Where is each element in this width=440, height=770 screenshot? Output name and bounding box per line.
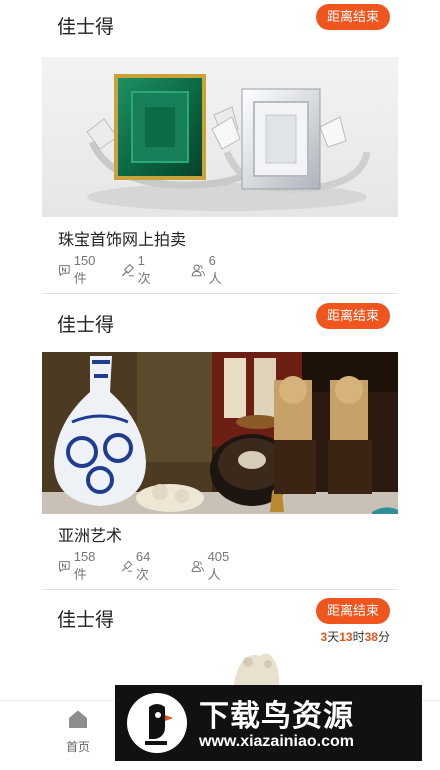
watermark-url: www.xiazainiao.com (199, 733, 355, 750)
lot-count-value: 150件 (73, 253, 96, 286)
participant-count-value: 6人 (208, 253, 222, 286)
home-icon (69, 710, 87, 728)
time-remaining-badge: 距离结束 (315, 598, 390, 624)
watermark-banner: 下载鸟资源 www.xiazainiao.com (115, 685, 422, 761)
watermark-title: 下载鸟资源 (199, 700, 354, 733)
auction-title: 亚洲艺术 (58, 528, 123, 545)
lot-count-value: 158件 (73, 549, 96, 582)
countdown-days-unit: 天 (327, 630, 340, 644)
countdown-minutes: 38 (364, 630, 378, 644)
auction-house-name: 佳士得 (57, 17, 115, 38)
participant-count-value: 405人 (207, 549, 230, 582)
lot-count: 158件 (58, 549, 100, 582)
card-header: 佳士得 距离结束 (0, 0, 440, 50)
participant-count: 405人 (191, 549, 234, 582)
people-icon (191, 264, 205, 276)
jewelry-rings-image (42, 57, 398, 217)
participant-count: 6人 (191, 253, 225, 286)
auction-house-name: 佳士得 (57, 315, 115, 336)
countdown-hours: 13 (339, 630, 353, 644)
tab-home-label: 首页 (65, 740, 90, 754)
bid-count: 1次 (120, 253, 154, 286)
bid-count: 64次 (120, 549, 155, 582)
lots-icon (59, 264, 70, 276)
lot-count: 150件 (58, 253, 100, 286)
card-header: 佳士得 距离结束 3天13时38分 (0, 598, 440, 648)
gavel-icon (121, 560, 133, 572)
auction-cover-image[interactable] (42, 352, 398, 514)
auction-card-3[interactable]: 佳士得 距离结束 3天13时38分 (0, 590, 440, 700)
bid-count-value: 1次 (137, 253, 151, 286)
auction-card-2[interactable]: 佳士得 距离结束 亚洲艺术 158件 64次 405人 (0, 295, 440, 590)
auction-card-1[interactable]: 佳士得 距离结束 珠宝首饰网上拍卖 150件 1次 6人 (0, 0, 440, 295)
countdown-hours-unit: 时 (352, 630, 365, 644)
auction-house-name: 佳士得 (57, 610, 115, 631)
time-remaining-badge: 距离结束 (315, 303, 390, 329)
countdown-timer: 3天13时38分 (321, 628, 390, 645)
bird-logo-icon (127, 693, 187, 753)
asian-art-image (42, 352, 398, 514)
card-divider (42, 293, 398, 294)
card-header: 佳士得 距离结束 (0, 303, 440, 353)
people-icon (191, 560, 204, 572)
tab-home[interactable]: 首页 (58, 709, 98, 755)
auction-title: 珠宝首饰网上拍卖 (58, 232, 187, 249)
lots-icon (59, 560, 70, 572)
gavel-icon (122, 263, 134, 276)
countdown-minutes-unit: 分 (377, 630, 390, 644)
time-remaining-badge: 距离结束 (315, 4, 390, 30)
auction-cover-image[interactable] (42, 57, 398, 217)
bid-count-value: 64次 (135, 549, 151, 582)
